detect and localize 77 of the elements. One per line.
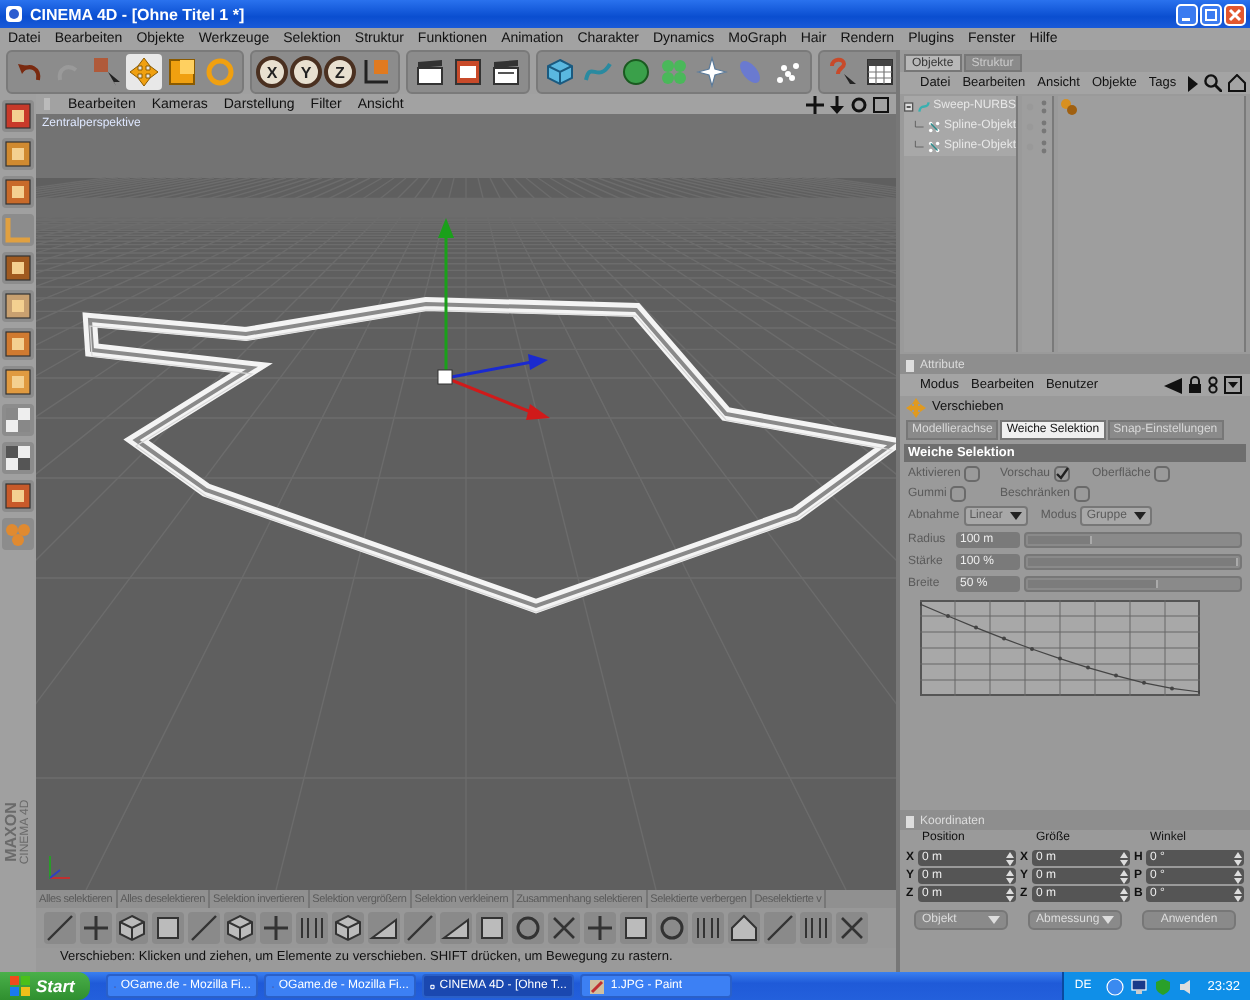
- axis-gizmo-drawing[interactable]: [437, 218, 550, 420]
- triangle-right-icon[interactable]: [1188, 75, 1199, 91]
- caret-icon: [1010, 512, 1023, 520]
- calendar-icon[interactable]: [862, 54, 898, 90]
- cross-icon[interactable]: [836, 912, 868, 944]
- house-icon[interactable]: [728, 912, 760, 944]
- minimize-icon[interactable]: [1176, 3, 1198, 25]
- home-icon[interactable]: [1228, 74, 1247, 92]
- square-outline-icon[interactable]: [152, 912, 184, 944]
- spinner-icon[interactable]: [1006, 851, 1014, 865]
- star-icon[interactable]: [694, 54, 730, 90]
- window-title: CINEMA 4D - [Ohne Titel 1 *]: [30, 5, 245, 23]
- square-outline-icon[interactable]: [620, 912, 652, 944]
- wedge-icon[interactable]: [440, 912, 472, 944]
- back-arrow-icon[interactable]: [1164, 377, 1182, 393]
- spinner-icon[interactable]: [1120, 851, 1128, 865]
- diagonal-line-icon[interactable]: [44, 912, 76, 944]
- plus-icon[interactable]: [80, 912, 112, 944]
- cube-outline-icon[interactable]: [332, 912, 364, 944]
- caret-icon: [1102, 916, 1114, 924]
- bars-icon[interactable]: [296, 912, 328, 944]
- scale-icon[interactable]: [164, 54, 200, 90]
- wedge-icon[interactable]: [368, 912, 400, 944]
- ring-icon[interactable]: [512, 912, 544, 944]
- ring-icon[interactable]: [656, 912, 688, 944]
- axis-indicator-icon: [44, 854, 72, 882]
- chain-icon[interactable]: [1208, 376, 1218, 394]
- diagonal-line-icon[interactable]: [188, 912, 220, 944]
- bars-icon[interactable]: [800, 912, 832, 944]
- network-icon[interactable]: [1105, 977, 1124, 995]
- bars-icon[interactable]: [692, 912, 724, 944]
- lock-icon[interactable]: [1188, 376, 1202, 394]
- cross-icon[interactable]: [548, 912, 580, 944]
- spinner-icon[interactable]: [1006, 869, 1014, 883]
- clapperboard-icon[interactable]: [412, 54, 448, 90]
- square-outline-icon[interactable]: [476, 912, 508, 944]
- nurbs-object-icon: [917, 97, 930, 115]
- spinner-icon[interactable]: [1234, 869, 1242, 883]
- collapse-toggle-icon[interactable]: [904, 99, 914, 113]
- rotate-view-icon[interactable]: [850, 95, 868, 113]
- caret-icon: [988, 916, 1000, 924]
- diagonal-line-icon[interactable]: [404, 912, 436, 944]
- grip-icon: [42, 96, 52, 112]
- axis-lock-button[interactable]: Z: [324, 56, 356, 88]
- move-icon: [906, 397, 926, 417]
- caret-icon: [1134, 512, 1147, 520]
- maximize-view-icon[interactable]: [872, 95, 890, 113]
- axis-lock-button[interactable]: X: [256, 56, 288, 88]
- spinner-icon[interactable]: [1234, 887, 1242, 901]
- sphere-icon[interactable]: [618, 54, 654, 90]
- move-view-icon[interactable]: [806, 95, 824, 113]
- spinner-icon[interactable]: [1234, 851, 1242, 865]
- axis-lock-button[interactable]: Y: [290, 56, 322, 88]
- render-settings-icon[interactable]: [488, 54, 524, 90]
- spinner-icon[interactable]: [1120, 869, 1128, 883]
- spinner-icon[interactable]: [1006, 887, 1014, 901]
- panel-grip-icon: [906, 816, 914, 828]
- diagonal-line-icon[interactable]: [764, 912, 796, 944]
- panel-grip-icon: [906, 360, 914, 372]
- checker-icon[interactable]: [2, 442, 34, 474]
- spinner-icon[interactable]: [1120, 887, 1128, 901]
- maximize-icon[interactable]: [1200, 3, 1222, 25]
- plus-icon[interactable]: [584, 912, 616, 944]
- monitor-icon[interactable]: [1129, 977, 1148, 995]
- search-icon[interactable]: [1204, 74, 1223, 92]
- cube-outline-icon[interactable]: [224, 912, 256, 944]
- render-picture-icon[interactable]: [450, 54, 486, 90]
- zoom-arrow-icon[interactable]: [828, 95, 846, 113]
- cube-outline-icon[interactable]: [116, 912, 148, 944]
- close-icon[interactable]: [1224, 3, 1246, 25]
- speaker-icon[interactable]: [1177, 977, 1196, 995]
- move-icon[interactable]: [126, 54, 162, 90]
- app-logo-icon: [4, 4, 24, 24]
- window-icon[interactable]: [1224, 376, 1242, 394]
- plus-icon[interactable]: [260, 912, 292, 944]
- checker-icon[interactable]: [2, 404, 34, 436]
- paint-brush-icon: [588, 977, 607, 995]
